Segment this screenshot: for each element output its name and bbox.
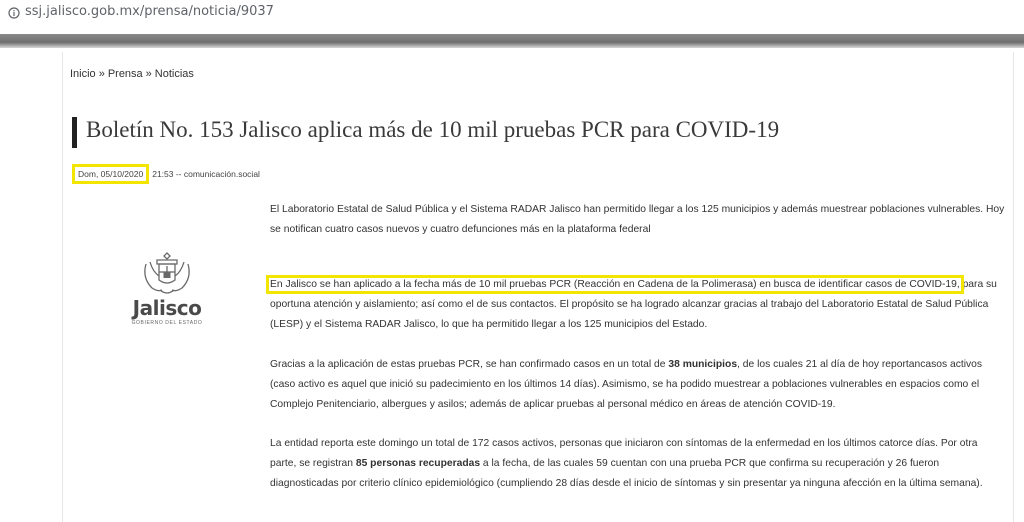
paragraph-2: En Jalisco se han aplicado a la fecha má… xyxy=(266,275,1005,335)
url-text[interactable]: ssj.jalisco.gob.mx/prensa/noticia/9037 xyxy=(25,4,274,19)
paragraph-1: El Laboratorio Estatal de Salud Pública … xyxy=(270,204,1005,235)
bold-recuperadas: 85 personas recuperadas xyxy=(355,458,481,469)
info-icon[interactable] xyxy=(8,6,20,19)
coat-of-arms-icon xyxy=(144,252,190,294)
header-band xyxy=(0,34,1024,48)
highlighted-sentence: En Jalisco se han aplicado a la fecha má… xyxy=(266,275,964,294)
jalisco-logo: Jalisco GOBIERNO DEL ESTADO xyxy=(126,250,208,340)
paragraph-3: Gracias a la aplicación de estas pruebas… xyxy=(270,355,1005,415)
article-meta: Dom, 05/10/2020 21:53 -- comunicación.so… xyxy=(72,164,260,184)
breadcrumb-inicio[interactable]: Inicio xyxy=(70,68,96,80)
logo-wordmark: Jalisco xyxy=(132,296,202,320)
article-date: Dom, 05/10/2020 xyxy=(72,164,150,184)
breadcrumb-separator: » xyxy=(145,68,152,80)
breadcrumb-prensa[interactable]: Prensa xyxy=(108,68,143,80)
paragraph-3-start: Gracias a la aplicación de estas pruebas… xyxy=(270,359,669,370)
bold-municipios: 38 municipios xyxy=(668,359,738,370)
title-accent-bar xyxy=(72,117,77,148)
page-title: Boletín No. 153 Jalisco aplica más de 10… xyxy=(86,117,780,142)
breadcrumb-noticias[interactable]: Noticias xyxy=(155,68,194,80)
breadcrumb: Inicio» Prensa» Noticias xyxy=(70,68,194,80)
logo-subtitle: GOBIERNO DEL ESTADO xyxy=(131,320,203,326)
address-bar[interactable]: ssj.jalisco.gob.mx/prensa/noticia/9037 xyxy=(0,0,1024,26)
article-time-author: 21:53 -- comunicación.social xyxy=(152,169,260,179)
paragraph-4: La entidad reporta este domingo un total… xyxy=(270,434,1005,494)
breadcrumb-separator: » xyxy=(98,68,105,80)
